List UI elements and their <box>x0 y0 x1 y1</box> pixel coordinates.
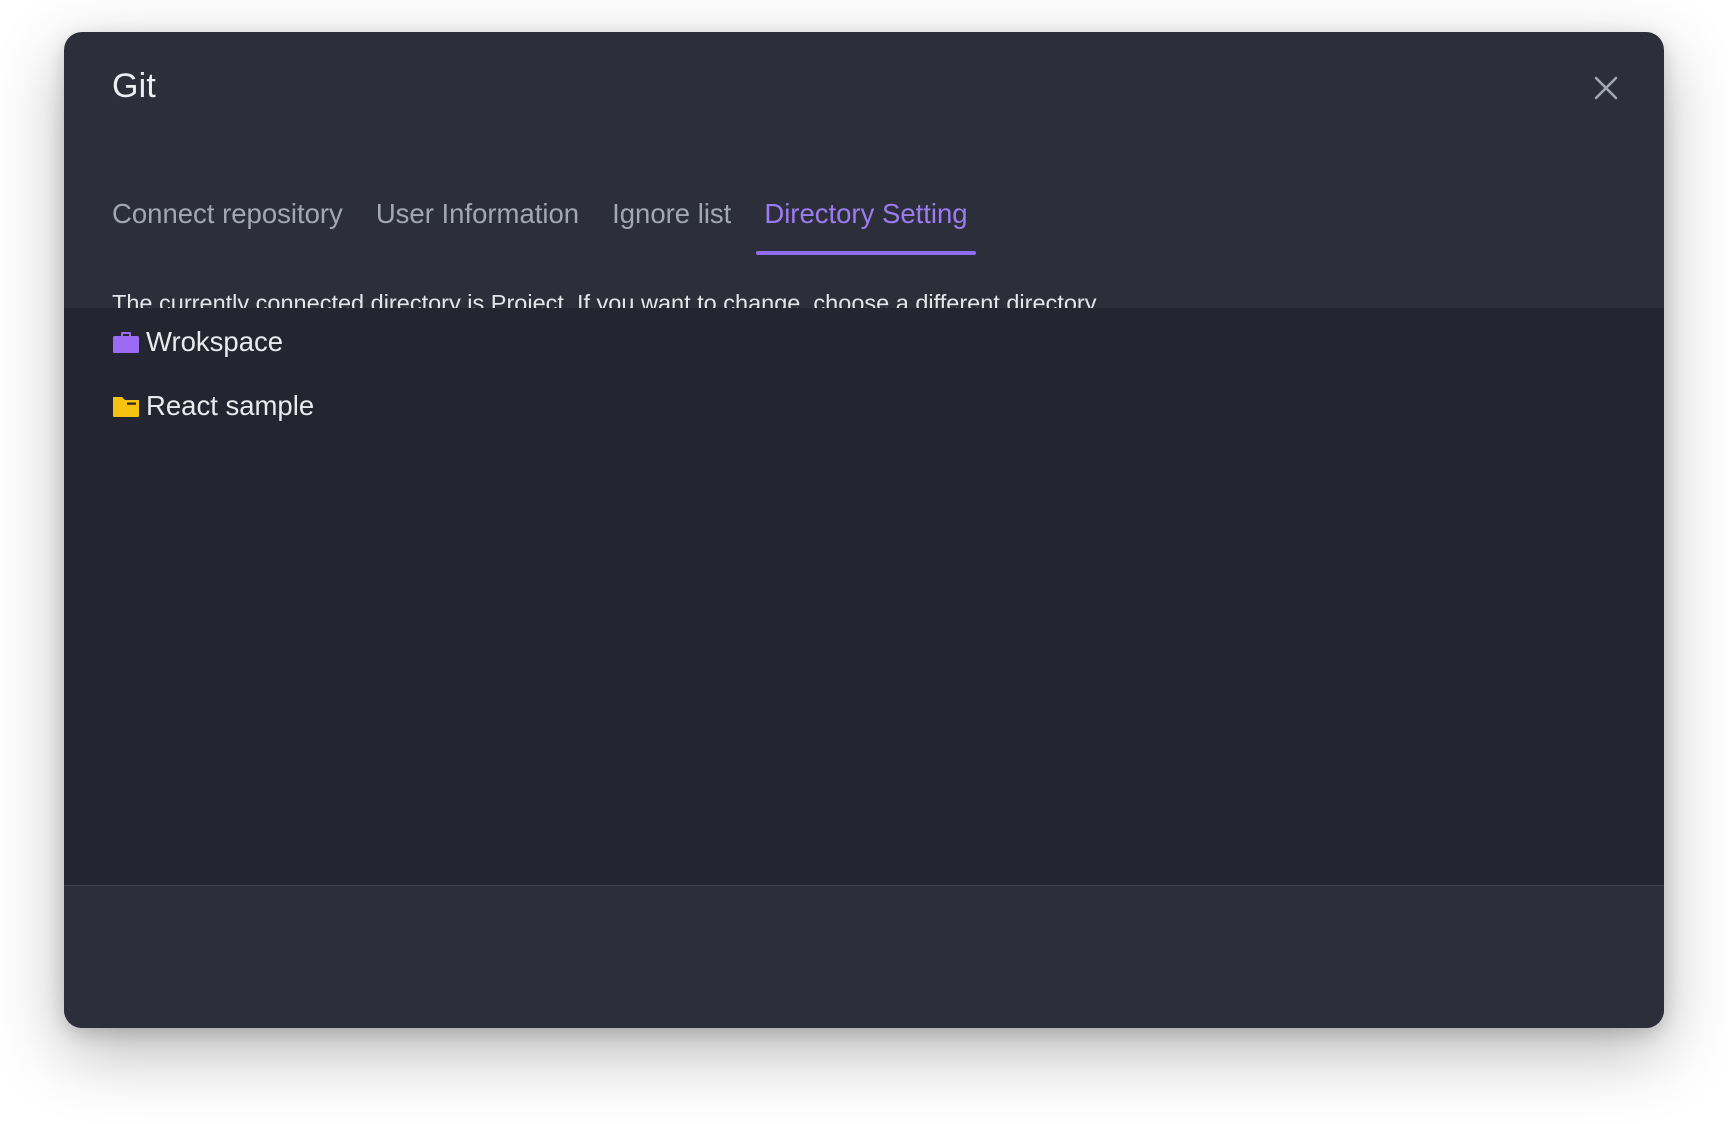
tree-item-label: React sample <box>146 390 315 421</box>
tree-item-react-sample[interactable]: React sample <box>112 386 314 426</box>
tab-bar: Connect repository User Information Igno… <box>112 177 993 255</box>
git-dialog: Git Connect repository User Information … <box>64 32 1664 1028</box>
dialog-title: Git <box>112 67 157 105</box>
tab-connect-repository[interactable]: Connect repository <box>112 177 351 255</box>
tree-item-workspace[interactable]: Wrokspace <box>112 322 283 362</box>
briefcase-icon <box>113 332 139 353</box>
tab-directory-setting[interactable]: Directory Setting <box>756 177 976 255</box>
tab-ignore-list[interactable]: Ignore list <box>604 177 739 255</box>
directory-tree: Wrokspace React sample <box>64 308 1664 886</box>
folder-icon <box>113 397 139 417</box>
tab-user-information[interactable]: User Information <box>368 177 587 255</box>
dialog-footer <box>64 886 1664 1028</box>
tree-item-label: Wrokspace <box>146 326 284 357</box>
close-icon <box>1594 76 1618 100</box>
close-button[interactable] <box>1588 70 1624 106</box>
